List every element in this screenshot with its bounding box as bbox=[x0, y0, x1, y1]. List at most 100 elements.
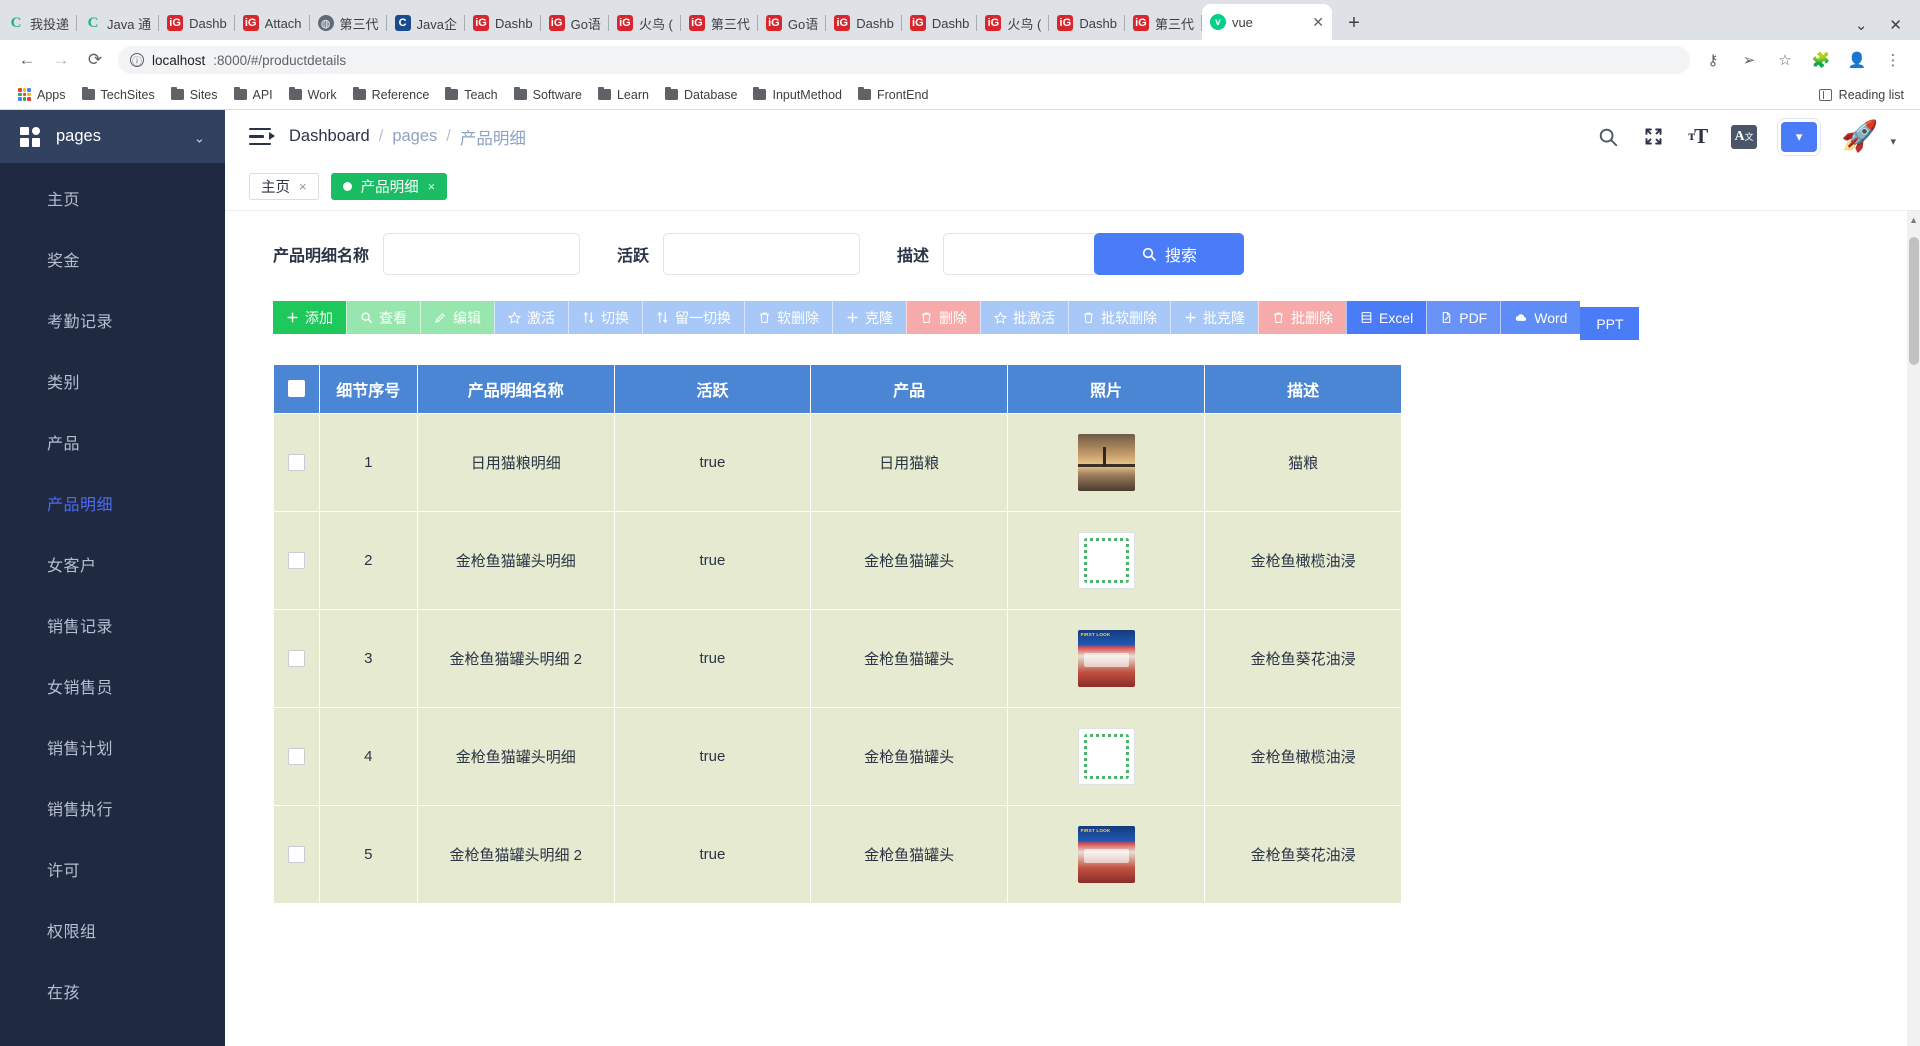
search-icon[interactable] bbox=[1597, 126, 1619, 148]
select-all-header[interactable] bbox=[274, 365, 320, 414]
table-row[interactable]: 2金枪鱼猫罐头明细true金枪鱼猫罐头金枪鱼橄榄油浸 bbox=[274, 512, 1873, 610]
sidebar-item-12[interactable]: 权限组 bbox=[0, 899, 225, 960]
chevron-up-icon[interactable]: ⌃ bbox=[194, 129, 205, 145]
sidebar-item-9[interactable]: 销售计划 bbox=[0, 716, 225, 777]
toolbar-button-批激活[interactable]: 批激活 bbox=[980, 301, 1068, 334]
sidebar-item-0[interactable]: 主页 bbox=[0, 167, 225, 228]
search-button[interactable]: 搜索 bbox=[1094, 233, 1244, 275]
close-icon[interactable]: × bbox=[299, 179, 307, 194]
browser-tab[interactable]: iGDashb bbox=[826, 6, 902, 40]
bookmark-techsites[interactable]: TechSites bbox=[74, 85, 163, 105]
row-checkbox[interactable] bbox=[288, 552, 305, 569]
bookmark-reference[interactable]: Reference bbox=[345, 85, 438, 105]
browser-tab[interactable]: iGGo语 bbox=[541, 6, 609, 40]
browser-tab[interactable]: iGDashb bbox=[902, 6, 978, 40]
font-size-icon[interactable]: тT bbox=[1688, 124, 1707, 149]
toolbar-button-添加[interactable]: 添加 bbox=[273, 301, 346, 334]
sidebar-item-11[interactable]: 许可 bbox=[0, 838, 225, 899]
bookmark-software[interactable]: Software bbox=[506, 85, 590, 105]
bookmark-apps[interactable]: Apps bbox=[10, 85, 74, 105]
scrollbar-thumb[interactable] bbox=[1909, 237, 1919, 365]
toolbar-button-Word[interactable]: Word bbox=[1500, 301, 1580, 334]
table-row[interactable]: 3金枪鱼猫罐头明细 2true金枪鱼猫罐头金枪鱼葵花油浸 bbox=[274, 610, 1873, 708]
browser-tab[interactable]: iG第三代 bbox=[681, 6, 758, 40]
product-photo-image[interactable] bbox=[1078, 532, 1135, 589]
window-close-button[interactable]: ✕ bbox=[1889, 16, 1902, 34]
translate-icon[interactable]: A文 bbox=[1731, 125, 1757, 149]
toolbar-button-留一切换[interactable]: 留一切换 bbox=[642, 301, 744, 334]
sidebar-item-7[interactable]: 销售记录 bbox=[0, 594, 225, 655]
bookmark-sites[interactable]: Sites bbox=[163, 85, 226, 105]
menu-icon[interactable]: ⋮ bbox=[1876, 43, 1910, 77]
browser-tab-active[interactable]: vvue✕ bbox=[1202, 4, 1332, 40]
row-select-cell[interactable] bbox=[274, 414, 320, 512]
product-photo-image[interactable] bbox=[1078, 728, 1135, 785]
row-checkbox[interactable] bbox=[288, 748, 305, 765]
toolbar-button-激活[interactable]: 激活 bbox=[494, 301, 568, 334]
new-tab-button[interactable]: + bbox=[1340, 9, 1368, 37]
row-checkbox[interactable] bbox=[288, 650, 305, 667]
sidebar-item-4[interactable]: 产品 bbox=[0, 411, 225, 472]
toolbar-button-批软删除[interactable]: 批软删除 bbox=[1068, 301, 1170, 334]
dropdown-icon[interactable]: ▾ bbox=[1781, 122, 1817, 152]
browser-tab[interactable]: iG第三代 bbox=[1125, 6, 1202, 40]
table-row[interactable]: 1日用猫粮明细true日用猫粮猫粮 bbox=[274, 414, 1873, 512]
bookmark-teach[interactable]: Teach bbox=[437, 85, 505, 105]
toolbar-button-编辑[interactable]: 编辑 bbox=[420, 301, 494, 334]
close-icon[interactable]: × bbox=[428, 179, 436, 194]
bookmark-work[interactable]: Work bbox=[281, 85, 345, 105]
toolbar-button-批克隆[interactable]: 批克隆 bbox=[1170, 301, 1258, 334]
sidebar-item-2[interactable]: 考勤记录 bbox=[0, 289, 225, 350]
browser-tab[interactable]: iG火鸟 ( bbox=[977, 6, 1049, 40]
toolbar-button-Excel[interactable]: Excel bbox=[1346, 301, 1426, 334]
product-photo-image[interactable] bbox=[1078, 434, 1135, 491]
browser-tab[interactable]: CJava企 bbox=[387, 6, 465, 40]
bookmark-database[interactable]: Database bbox=[657, 85, 746, 105]
reload-button[interactable]: ⟳ bbox=[78, 43, 112, 77]
row-checkbox[interactable] bbox=[288, 454, 305, 471]
send-icon[interactable]: ➢ bbox=[1732, 43, 1766, 77]
bookmark-api[interactable]: API bbox=[226, 85, 281, 105]
browser-tab[interactable]: iGGo语 bbox=[758, 6, 826, 40]
bookmark-learn[interactable]: Learn bbox=[590, 85, 657, 105]
toolbar-button-切换[interactable]: 切换 bbox=[568, 301, 642, 334]
profile-icon[interactable]: 👤 bbox=[1840, 43, 1874, 77]
sidebar-item-6[interactable]: 女客户 bbox=[0, 533, 225, 594]
key-icon[interactable]: ⚷ bbox=[1696, 43, 1730, 77]
toolbar-button-PPT[interactable]: PPT bbox=[1580, 307, 1639, 340]
row-select-cell[interactable] bbox=[274, 806, 320, 904]
extensions-icon[interactable]: 🧩 bbox=[1804, 43, 1838, 77]
search-input-name[interactable] bbox=[383, 233, 580, 275]
browser-tab[interactable]: CJava 通 bbox=[77, 6, 159, 40]
page-scrollbar[interactable]: ▲ bbox=[1907, 211, 1920, 1046]
sidebar-header[interactable]: pages ⌃ bbox=[0, 110, 225, 163]
site-info-icon[interactable]: ⓘ bbox=[130, 53, 144, 67]
search-input-active[interactable] bbox=[663, 233, 860, 275]
search-input-desc[interactable] bbox=[943, 233, 1098, 275]
window-minimize-button[interactable]: ⌄ bbox=[1855, 16, 1868, 34]
avatar-rocket-icon[interactable]: 🚀 bbox=[1841, 122, 1878, 152]
table-row[interactable]: 5金枪鱼猫罐头明细 2true金枪鱼猫罐头金枪鱼葵花油浸 bbox=[274, 806, 1873, 904]
menu-collapse-icon[interactable] bbox=[249, 128, 271, 145]
toolbar-button-克隆[interactable]: 克隆 bbox=[832, 301, 906, 334]
star-icon[interactable]: ☆ bbox=[1768, 43, 1802, 77]
browser-tab[interactable]: iG火鸟 ( bbox=[609, 6, 681, 40]
scroll-up-icon[interactable]: ▲ bbox=[1909, 215, 1918, 225]
sidebar-item-10[interactable]: 销售执行 bbox=[0, 777, 225, 838]
bookmark-frontend[interactable]: FrontEnd bbox=[850, 85, 936, 105]
breadcrumb-item-dashboard[interactable]: Dashboard bbox=[289, 127, 370, 146]
bookmark-inputmethod[interactable]: InputMethod bbox=[745, 85, 850, 105]
sidebar-item-5[interactable]: 产品明细 bbox=[0, 472, 225, 533]
view-tab-0[interactable]: 主页× bbox=[249, 173, 319, 200]
toolbar-button-批删除[interactable]: 批删除 bbox=[1258, 301, 1346, 334]
toolbar-button-PDF[interactable]: PDF bbox=[1426, 301, 1500, 334]
fullscreen-icon[interactable] bbox=[1643, 126, 1664, 147]
browser-tab[interactable]: ◍第三代 bbox=[310, 6, 387, 40]
product-photo-image[interactable] bbox=[1078, 630, 1135, 687]
browser-tab[interactable]: iGDashb bbox=[1049, 6, 1125, 40]
view-tab-1[interactable]: 产品明细× bbox=[331, 173, 448, 200]
row-checkbox[interactable] bbox=[288, 846, 305, 863]
address-bar[interactable]: ⓘ localhost:8000/#/productdetails bbox=[118, 46, 1690, 74]
sidebar-item-13[interactable]: 在孩 bbox=[0, 960, 225, 1021]
sidebar-item-8[interactable]: 女销售员 bbox=[0, 655, 225, 716]
